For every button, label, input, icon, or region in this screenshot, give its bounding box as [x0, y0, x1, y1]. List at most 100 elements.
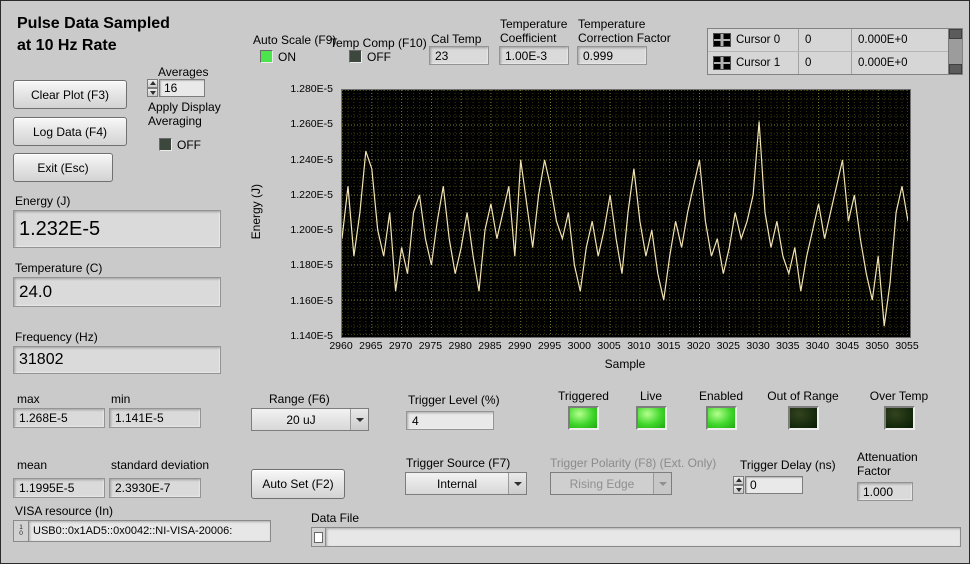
- y-tick-label: 1.240E-5: [290, 154, 333, 166]
- exit-button[interactable]: Exit (Esc): [13, 153, 113, 182]
- x-tick-label: 3010: [627, 340, 650, 352]
- y-tick-label: 1.280E-5: [290, 83, 333, 95]
- x-tick-label: 3055: [895, 340, 918, 352]
- cursor-row: Cursor 0 0 0.000E+0: [708, 29, 948, 52]
- pulse-energy-chart: [342, 90, 908, 335]
- energy-readout: 1.232E-5: [13, 210, 221, 248]
- x-tick-label: 3035: [776, 340, 799, 352]
- trigger-delay-control: 0: [733, 476, 803, 494]
- chevron-down-icon[interactable]: [508, 473, 526, 494]
- temp-coefficient-input[interactable]: 1.00E-3: [499, 46, 569, 65]
- averages-control: 16: [147, 79, 205, 97]
- decrement-icon[interactable]: [733, 485, 744, 494]
- live-led: [636, 406, 667, 430]
- attenuation-factor-input[interactable]: 1.000: [857, 482, 913, 501]
- x-tick-label: 3045: [836, 340, 859, 352]
- increment-icon[interactable]: [733, 476, 744, 485]
- min-readout: 1.141E-5: [109, 408, 201, 428]
- x-tick-label: 2985: [478, 340, 501, 352]
- cursor-name: Cursor 1: [736, 57, 798, 69]
- x-tick-label: 3040: [806, 340, 829, 352]
- x-tick-label: 2965: [359, 340, 382, 352]
- x-tick-label: 3050: [866, 340, 889, 352]
- cursor-crosshair-icon[interactable]: [713, 33, 731, 47]
- enabled-led-label: Enabled: [686, 389, 756, 403]
- x-tick-label: 3015: [657, 340, 680, 352]
- x-tick-label: 2975: [419, 340, 442, 352]
- increment-icon[interactable]: [147, 79, 158, 88]
- trigger-source-value: Internal: [406, 473, 508, 494]
- triggered-led-label: Triggered: [546, 389, 621, 403]
- trigger-polarity-label: Trigger Polarity (F8) (Ext. Only): [550, 456, 716, 470]
- cursor-crosshair-icon[interactable]: [713, 56, 731, 70]
- temp-comp-label: Temp Comp (F10): [330, 36, 427, 50]
- live-led-label: Live: [618, 389, 684, 403]
- temp-comp-state: OFF: [367, 50, 391, 64]
- clear-plot-button[interactable]: Clear Plot (F3): [13, 80, 127, 109]
- chevron-down-icon: [653, 473, 671, 494]
- energy-label: Energy (J): [15, 194, 70, 208]
- min-label: min: [111, 392, 130, 406]
- range-label: Range (F6): [269, 392, 330, 406]
- attenuation-factor-label: Attenuation Factor: [857, 451, 931, 479]
- chevron-down-icon[interactable]: [350, 409, 368, 430]
- data-file-control[interactable]: [311, 527, 961, 547]
- over-temp-led-label: Over Temp: [859, 389, 939, 403]
- data-file-value[interactable]: [325, 527, 961, 547]
- range-dropdown[interactable]: 20 uJ: [251, 408, 369, 431]
- cursor-x-value: 0: [798, 52, 851, 74]
- trigger-level-label: Trigger Level (%): [408, 393, 500, 407]
- trigger-delay-label: Trigger Delay (ns): [740, 458, 836, 472]
- cursor-y-value: 0.000E+0: [851, 52, 948, 74]
- visa-io-icon: [13, 520, 28, 542]
- temperature-label: Temperature (C): [15, 261, 102, 275]
- x-tick-label: 3000: [568, 340, 591, 352]
- apply-display-averaging-state: OFF: [177, 138, 201, 152]
- scroll-up-icon[interactable]: [949, 29, 962, 39]
- triggered-led: [568, 406, 599, 430]
- max-label: max: [17, 392, 40, 406]
- trigger-level-input[interactable]: 4: [406, 411, 494, 430]
- cursor-y-value: 0.000E+0: [851, 29, 948, 51]
- x-tick-label: 3020: [687, 340, 710, 352]
- cursor-name: Cursor 0: [736, 34, 798, 46]
- mean-readout: 1.1995E-5: [13, 478, 105, 498]
- averages-input[interactable]: 16: [159, 79, 205, 97]
- over-temp-led: [884, 406, 915, 430]
- chart-x-axis-label: Sample: [341, 357, 909, 371]
- apply-display-averaging-label: Apply Display Averaging: [148, 101, 240, 129]
- cal-temp-label: Cal Temp: [431, 32, 481, 46]
- x-tick-label: 2980: [449, 340, 472, 352]
- cursor-legend: Cursor 0 0 0.000E+0 Cursor 1 0 0.000E+0: [707, 28, 963, 75]
- temp-correction-label: Temperature Correction Factor: [578, 18, 674, 46]
- frequency-readout: 31802: [13, 346, 221, 374]
- temp-correction-input[interactable]: 0.999: [577, 46, 647, 65]
- y-tick-label: 1.160E-5: [290, 295, 333, 307]
- temp-comp-toggle[interactable]: [349, 50, 362, 63]
- x-tick-label: 2960: [329, 340, 352, 352]
- temp-coefficient-label: Temperature Coefficient: [500, 18, 576, 46]
- x-tick-label: 2995: [538, 340, 561, 352]
- x-tick-label: 2990: [508, 340, 531, 352]
- file-icon: [311, 527, 325, 547]
- cal-temp-input[interactable]: 23: [429, 46, 489, 65]
- scroll-down-icon[interactable]: [949, 64, 962, 74]
- x-tick-label: 2970: [389, 340, 412, 352]
- trigger-source-dropdown[interactable]: Internal: [405, 472, 527, 495]
- trigger-polarity-dropdown: Rising Edge: [550, 472, 672, 495]
- visa-resource-value[interactable]: USB0::0x1AD5::0x0042::NI-VISA-20006:: [28, 520, 271, 542]
- apply-display-averaging-toggle[interactable]: [159, 138, 172, 151]
- log-data-button[interactable]: Log Data (F4): [13, 117, 127, 146]
- mean-label: mean: [17, 458, 47, 472]
- decrement-icon[interactable]: [147, 88, 158, 97]
- frequency-label: Frequency (Hz): [15, 330, 98, 344]
- standard-deviation-label: standard deviation: [111, 458, 209, 472]
- cursor-legend-scrollbar[interactable]: [948, 29, 962, 74]
- trigger-delay-input[interactable]: 0: [745, 476, 803, 494]
- auto-scale-state: ON: [278, 50, 296, 64]
- instrument-panel: Pulse Data Sampled at 10 Hz Rate Clear P…: [0, 0, 970, 564]
- visa-resource-control[interactable]: USB0::0x1AD5::0x0042::NI-VISA-20006:: [13, 520, 271, 542]
- y-tick-label: 1.220E-5: [290, 189, 333, 201]
- auto-scale-toggle[interactable]: [260, 50, 273, 63]
- auto-set-button[interactable]: Auto Set (F2): [251, 469, 345, 499]
